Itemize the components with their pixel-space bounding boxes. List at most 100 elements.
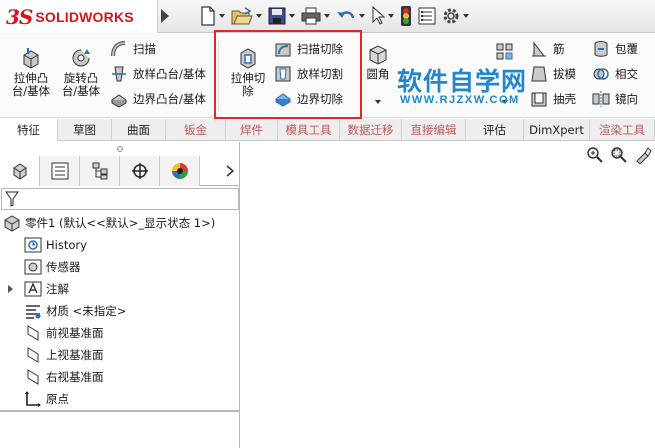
rebuild-icon [401,6,411,26]
tab-direct-editing[interactable]: 直接编辑 [402,119,466,141]
tab-surfaces[interactable]: 曲面 [112,119,166,141]
rib-label: 筋 [553,42,565,56]
extrude-boss-label: 拉伸凸 台/基体 [11,71,51,98]
annotations-expand-icon[interactable] [8,285,13,293]
wrap-icon [594,41,608,57]
wrap-button[interactable]: 包覆 [592,40,638,58]
draft-button[interactable]: 拔模 [530,65,576,83]
previous-view-icon[interactable] [634,146,652,164]
tab-data-migration[interactable]: 数据迁移 [340,119,402,141]
draft-icon [531,66,547,82]
tab-label: 模具工具 [285,123,332,137]
tree-item-label: 右视基准面 [46,370,104,384]
mirror-button[interactable]: 镜向 [592,90,638,108]
shell-label: 抽壳 [553,92,576,106]
zoom-to-area-icon[interactable] [610,146,628,164]
configuration-manager-tab[interactable] [80,156,120,186]
display-manager-tab[interactable] [160,156,200,186]
feature-manager-tab[interactable] [0,156,40,186]
panel-scroll-right-icon[interactable] [224,164,236,178]
new-button[interactable] [200,4,225,28]
tab-features[interactable]: 特征 [0,119,58,141]
tab-sheet-metal[interactable]: 钣金 [166,119,226,141]
tree-item-material[interactable]: 材质 <未指定> [24,302,126,320]
file-properties-button[interactable] [418,4,436,28]
tree-item-label: 注解 [46,282,69,296]
material-icon [26,305,41,319]
wrap-label: 包覆 [615,42,638,56]
tree-item-label: History [46,238,87,252]
intersect-icon [593,68,609,80]
tree-item-origin[interactable]: 原点 [24,390,69,408]
panel-grip-handle[interactable] [117,146,123,152]
tab-sketch[interactable]: 草图 [58,119,112,141]
shell-button[interactable]: 抽壳 [530,90,576,108]
command-manager-tabs: 特征 草图 曲面 钣金 焊件 模具工具 数据迁移 直接编辑 评估 DimXper… [0,119,655,141]
fillet-label: 圆角 [366,67,390,81]
tab-label: 曲面 [127,123,150,137]
mirror-icon [592,91,610,107]
undo-button[interactable] [336,4,365,28]
tree-item-right-plane[interactable]: 右视基准面 [24,368,104,386]
fillet-icon [369,45,387,65]
tab-render-tools[interactable]: 渲染工具 [590,119,655,141]
revolve-boss-button[interactable]: 旋转凸 台/基体 [58,47,104,98]
tree-item-label: 前视基准面 [46,326,104,340]
tab-label: 直接编辑 [410,123,457,137]
extrude-boss-button[interactable]: 拉伸凸 台/基体 [8,47,54,98]
tab-evaluate[interactable]: 评估 [466,119,524,141]
loft-boss-label: 放样凸台/基体 [133,67,206,81]
graphics-area[interactable] [241,142,655,448]
filter-icon [5,191,19,207]
tab-mold-tools[interactable]: 模具工具 [278,119,340,141]
appearance-sphere-icon [171,163,188,179]
sweep-label: 扫描 [133,42,156,56]
tree-item-history[interactable]: History [24,236,87,254]
tree-item-annotations[interactable]: 注解 [24,280,69,298]
options-button[interactable] [442,4,469,28]
title-bar: 3S SOLIDWORKS [0,0,655,33]
tab-label: 钣金 [184,123,207,137]
watermark-url: WWW.RJZXW.COM [400,94,520,106]
panel-splitter[interactable] [0,410,240,412]
tree-item-sensors[interactable]: 传感器 [24,258,81,276]
tree-root-part[interactable]: 零件1 (默认<<默认>_显示状态 1>) [3,214,215,232]
tree-filter-bar[interactable] [1,188,239,210]
mirror-label: 镜向 [615,92,638,106]
loft-boss-button[interactable]: 放样凸台/基体 [110,65,206,83]
print-button[interactable] [301,4,330,28]
tree-item-label: 材质 <未指定> [46,304,127,318]
tab-label: 草图 [73,123,96,137]
open-icon [231,7,253,25]
tab-dimxpert[interactable]: DimXpert [524,119,590,141]
tree-item-front-plane[interactable]: 前视基准面 [24,324,104,342]
solidworks-logo[interactable]: 3S SOLIDWORKS [0,0,158,33]
logo-text: SOLIDWORKS [35,8,134,25]
intersect-button[interactable]: 相交 [592,65,638,83]
fillet-button[interactable]: 圆角 [362,43,394,81]
shell-icon [531,92,547,107]
menu-expand-arrow-icon[interactable] [161,9,169,23]
property-manager-tab[interactable] [40,156,80,186]
rib-button[interactable]: 筋 [530,40,565,58]
zoom-to-fit-icon[interactable] [586,146,604,164]
linear-pattern-icon [496,43,513,60]
file-properties-icon [418,7,436,25]
fillet-dropdown-icon[interactable] [375,100,381,104]
linear-pattern-button[interactable] [496,43,516,63]
rebuild-button[interactable] [400,4,412,28]
highlight-box-cut-features [214,30,362,119]
tab-weldments[interactable]: 焊件 [226,119,278,141]
open-button[interactable] [231,4,262,28]
save-button[interactable] [268,4,295,28]
undo-icon [337,11,355,19]
options-icon [443,8,459,24]
sensor-icon [24,259,42,275]
dimxpert-manager-tab[interactable] [120,156,160,186]
boundary-boss-button[interactable]: 边界凸台/基体 [110,90,206,108]
select-button[interactable] [371,4,394,28]
sweep-button[interactable]: 扫描 [110,40,156,58]
tree-item-top-plane[interactable]: 上视基准面 [24,346,104,364]
property-list-icon [51,162,68,180]
tree-item-label: 传感器 [46,260,81,274]
